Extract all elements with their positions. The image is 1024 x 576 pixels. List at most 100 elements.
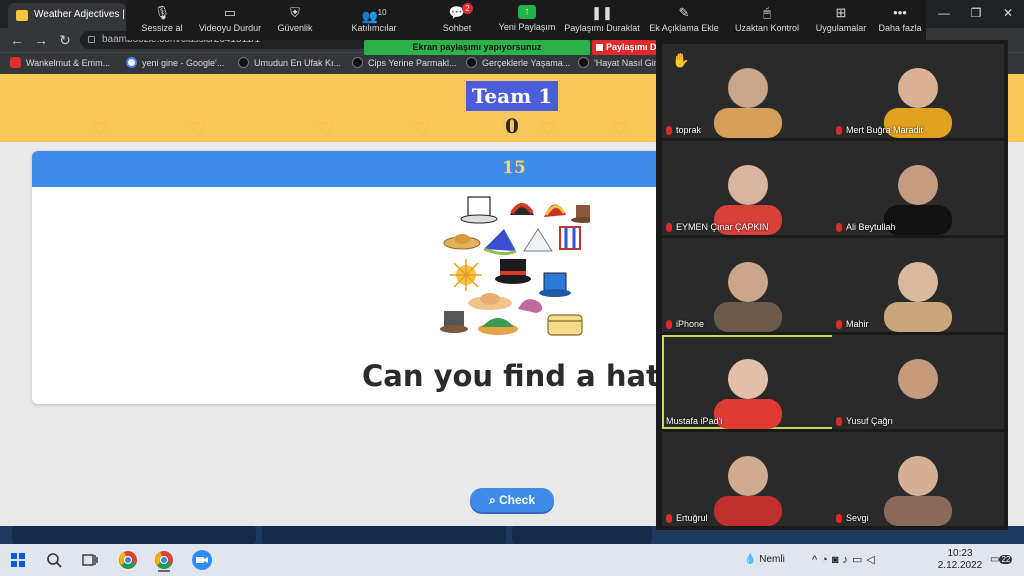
participant-tile[interactable]: Mahir: [832, 238, 1004, 332]
annotate-button[interactable]: ✎ Ek Açıklama Ekle: [648, 0, 720, 40]
bookmark-favicon-icon: [466, 57, 477, 68]
participant-tile[interactable]: Ali Beytullah: [832, 141, 1004, 235]
team-score: 0: [505, 114, 519, 138]
participant-video: [714, 262, 782, 332]
participant-name: toprak: [666, 125, 701, 135]
participant-name: Yusuf Çağrı: [836, 416, 893, 426]
back-arrow-icon[interactable]: ←: [8, 31, 26, 49]
muted-microphone-icon: [666, 222, 672, 232]
participant-video: [714, 456, 782, 526]
close-icon[interactable]: ✕: [992, 0, 1024, 28]
participant-name: Ali Beytullah: [836, 222, 896, 232]
clock[interactable]: 10:23 2.12.2022: [936, 544, 984, 576]
windows-start-icon[interactable]: [6, 548, 30, 572]
heart-icon: ♡: [318, 119, 335, 139]
chevron-up-icon: ^: [812, 554, 822, 566]
chrome-active-app-icon[interactable]: [152, 548, 176, 572]
muted-microphone-icon: [666, 125, 672, 135]
minimize-icon[interactable]: —: [928, 0, 960, 28]
chat-bubble-icon: 💬: [448, 5, 466, 20]
system-tray-icons[interactable]: ^◔◙♪▭◁: [812, 544, 932, 576]
video-icon: ◙: [831, 554, 843, 566]
participant-name: Mustafa iPad'i: [666, 416, 723, 426]
question-points: 15: [502, 158, 526, 178]
forward-arrow-icon[interactable]: →: [32, 31, 50, 49]
stop-share-button[interactable]: Paylaşımı Durdur: [592, 40, 660, 55]
zoom-app-icon[interactable]: [190, 548, 214, 572]
participants-button[interactable]: 👥10 Katılımcılar: [346, 0, 402, 40]
tab-title: Weather Adjectives | B: [34, 9, 126, 20]
notification-center-button[interactable]: ▭ 22: [990, 544, 1018, 576]
muted-microphone-icon: [666, 319, 672, 329]
heart-icon: ♡: [540, 119, 557, 139]
team-slot: [12, 526, 256, 544]
remote-control-button[interactable]: 🖱 Uzaktan Kontrol: [732, 0, 802, 40]
share-arrow-icon: ↑: [518, 5, 536, 19]
stop-square-icon: [596, 44, 603, 51]
pencil-icon: ✎: [678, 5, 690, 20]
participant-name: EYMEN Çınar ÇAPKIN: [666, 222, 769, 232]
participant-tile-active-speaker[interactable]: Mustafa iPad'i: [662, 335, 834, 429]
team-slot: [512, 526, 652, 544]
tab-favicon-icon: [16, 10, 28, 21]
team-slot: [262, 526, 506, 544]
notification-count: 22: [999, 555, 1013, 564]
question-text: Can you find a hat?: [362, 359, 662, 393]
hats-illustration: [440, 196, 590, 336]
maximize-icon[interactable]: ❐: [960, 0, 992, 28]
muted-microphone-icon: [836, 416, 842, 426]
participant-tile[interactable]: iPhone: [662, 238, 834, 332]
video-gallery: ✋ toprak Mert Buğra Maradit EYMEN Çınar …: [656, 40, 1008, 530]
window-controls: — ❐ ✕: [928, 0, 1024, 28]
pause-icon: ❚❚: [591, 5, 613, 20]
team-label: Team 1: [466, 81, 558, 111]
muted-microphone-icon: [836, 513, 842, 523]
apps-icon: ⊞: [835, 5, 847, 20]
security-button[interactable]: ⛨ Güvenlik: [270, 0, 320, 40]
task-view-icon[interactable]: [78, 548, 102, 572]
bookmark-item[interactable]: Umudun En Ufak Kı...: [238, 57, 341, 68]
question-card: 15 Can you find a hat?: [32, 151, 662, 404]
search-icon: ⌕: [488, 493, 500, 507]
bookmark-item[interactable]: Cips Yerine Parmakl...: [352, 57, 457, 68]
participant-tile[interactable]: ✋ toprak: [662, 44, 834, 138]
participant-tile[interactable]: EYMEN Çınar ÇAPKIN: [662, 141, 834, 235]
stop-video-button[interactable]: ▭ Videoyu Durdur: [196, 0, 264, 40]
check-button[interactable]: ⌕ Check: [470, 488, 554, 512]
people-icon: 👥10: [361, 8, 387, 24]
browser-tab[interactable]: Weather Adjectives | B: [8, 3, 126, 28]
mouse-icon: 🖱: [763, 5, 771, 20]
shield-icon: ⛨: [290, 5, 300, 20]
participant-tile[interactable]: Ertuğrul: [662, 432, 834, 526]
participant-tile[interactable]: Mert Buğra Maradit: [832, 44, 1004, 138]
reload-icon[interactable]: ↻: [56, 31, 74, 49]
bookmark-item[interactable]: yeni gine - Google'...: [126, 57, 224, 68]
mute-button[interactable]: 🎙 Sessize al: [134, 0, 190, 40]
clock-time: 10:23: [947, 548, 973, 559]
battery-icon: ▭: [851, 554, 867, 566]
card-header: 15: [32, 151, 662, 187]
bookmark-item[interactable]: 'Hayat Nasıl Gir...: [578, 57, 664, 68]
participant-video: [884, 456, 952, 526]
participant-tile[interactable]: Yusuf Çağrı: [832, 335, 1004, 429]
more-button[interactable]: ••• Daha fazla: [876, 0, 924, 40]
participant-video: [714, 68, 782, 138]
zoom-toolbar: 🎙 Sessize al ▭ Videoyu Durdur ⛨ Güvenlik 👥1…: [126, 0, 926, 40]
apps-button[interactable]: ⊞ Uygulamalar: [812, 0, 870, 40]
search-icon[interactable]: [42, 548, 66, 572]
chat-badge: 2: [462, 3, 473, 14]
microphone-icon: ♪: [842, 554, 852, 566]
muted-microphone-icon: [836, 222, 842, 232]
chrome-icon[interactable]: [116, 548, 140, 572]
pause-share-button[interactable]: ❚❚ Paylaşımı Duraklat: [564, 0, 640, 40]
new-share-button[interactable]: ↑ Yeni Paylaşım: [496, 0, 558, 40]
bookmark-item[interactable]: Gerçeklerle Yaşama...: [466, 57, 570, 68]
chrome-icon: [155, 551, 173, 569]
bookmark-favicon-icon: [578, 57, 589, 68]
participant-tile[interactable]: Sevgi: [832, 432, 1004, 526]
participant-video: [884, 262, 952, 332]
bookmark-item[interactable]: Wankelmut & Emm...: [10, 57, 110, 68]
weather-widget[interactable]: 💧 Nemli: [744, 544, 804, 576]
chat-button[interactable]: 💬 2 Sohbet: [432, 0, 482, 40]
speaker-icon: ◁: [866, 554, 879, 566]
